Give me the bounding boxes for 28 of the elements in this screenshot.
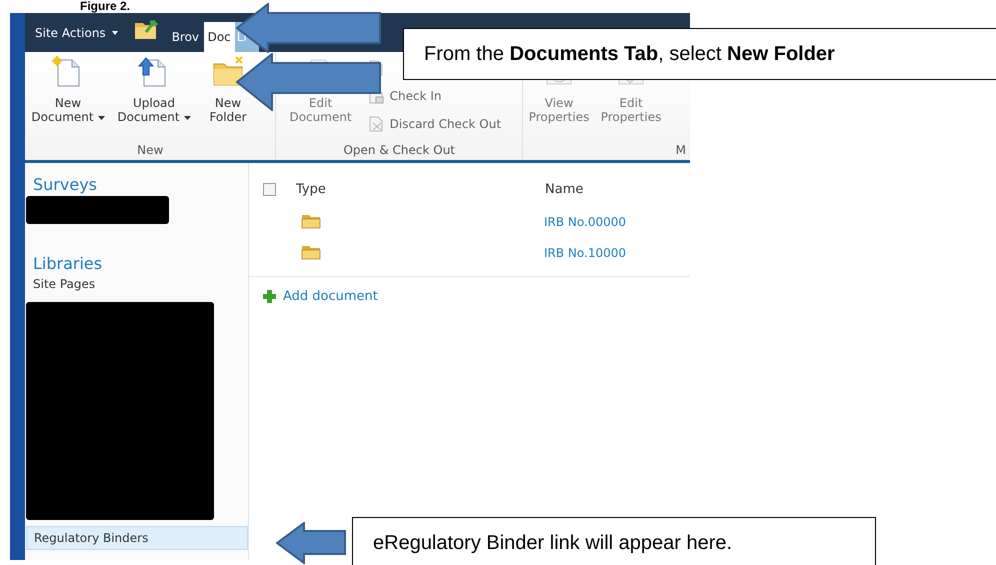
discard-icon	[368, 116, 384, 132]
group-label: New	[136, 143, 164, 159]
folder-link[interactable]: IRB No.00000	[544, 214, 626, 228]
sidebar-heading[interactable]: Surveys	[25, 175, 97, 194]
ribbon-tab[interactable]: Doc	[204, 22, 235, 52]
folder-link[interactable]: IRB No.10000	[544, 246, 626, 260]
ribbon-button[interactable]: New Document	[26, 54, 110, 126]
plus-icon	[263, 290, 276, 303]
folder-icon	[134, 18, 160, 40]
folder-icon	[301, 245, 321, 260]
site-actions-menu[interactable]: Site Actions	[25, 13, 126, 52]
arrow-callout-tooltip	[276, 522, 346, 564]
callout-text: eRegulatory Binder link will appear here.	[373, 532, 732, 554]
folder-icon	[301, 214, 321, 229]
select-all-checkbox[interactable]	[263, 182, 276, 196]
ribbon-tab[interactable]: Brov	[170, 22, 204, 52]
ribbon-button[interactable]: Upload Document	[112, 54, 196, 126]
sidebar-item[interactable]: Regulatory Binders	[26, 526, 248, 550]
add-document-link[interactable]: Add document	[249, 289, 378, 304]
callout-text: From the Documents Tab, select New Folder	[424, 42, 835, 66]
group-label: M	[674, 143, 688, 159]
group-label: Open & Check Out	[342, 143, 456, 159]
folder-icon	[212, 56, 244, 88]
sidebar-heading[interactable]: Libraries	[25, 254, 102, 273]
figure-title: Figure 2.	[80, 0, 130, 13]
column-header[interactable]: Type	[296, 182, 545, 196]
column-header[interactable]: Name	[545, 182, 584, 196]
sidebar-item[interactable]: Site Pages	[25, 273, 104, 295]
